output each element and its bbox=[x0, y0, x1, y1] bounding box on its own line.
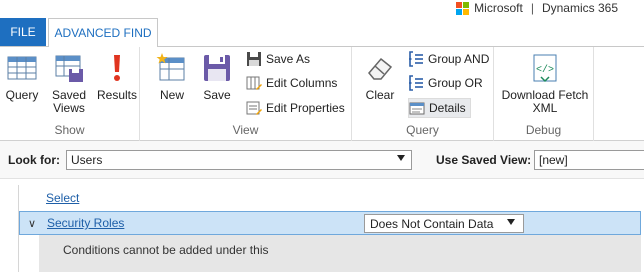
query-button[interactable]: Query bbox=[2, 51, 42, 102]
new-button[interactable]: New bbox=[152, 51, 192, 102]
chevron-down-icon bbox=[397, 155, 405, 161]
download-xml-icon: </> bbox=[533, 54, 557, 83]
group-label-show: Show bbox=[54, 123, 85, 137]
details-button[interactable]: Details bbox=[408, 98, 471, 118]
new-button-label: New bbox=[159, 88, 184, 102]
group-or-label: Group OR bbox=[428, 76, 483, 90]
edit-columns-icon bbox=[246, 76, 262, 90]
save-button-label: Save bbox=[203, 88, 231, 102]
group-and-button[interactable]: Group AND bbox=[408, 49, 489, 69]
details-icon bbox=[409, 102, 425, 115]
microsoft-logo-icon bbox=[456, 2, 470, 15]
query-editor: Select ∨ Security Roles Does Not Contain… bbox=[18, 185, 644, 272]
clear-button[interactable]: Clear bbox=[360, 51, 400, 102]
group-and-icon bbox=[409, 51, 423, 67]
look-for-value: Users bbox=[71, 153, 103, 167]
saved-views-line2: Views bbox=[53, 101, 85, 115]
edit-properties-button[interactable]: Edit Properties bbox=[246, 98, 345, 118]
save-as-button[interactable]: Save As bbox=[246, 49, 310, 69]
exclamation-icon bbox=[114, 55, 120, 81]
ribbon-group-query: Clear Group AND Group OR Details Query bbox=[352, 47, 494, 141]
condition-row[interactable]: ∨ Security Roles Does Not Contain Data bbox=[19, 211, 641, 235]
saved-view-label: Use Saved View: bbox=[436, 153, 532, 167]
brand: Microsoft | Dynamics 365 bbox=[456, 0, 618, 16]
results-button-label: Results bbox=[96, 88, 137, 102]
look-for-row: Look for: Users Use Saved View: [new] bbox=[0, 141, 644, 179]
condition-note-row: Conditions cannot be added under this bbox=[39, 235, 641, 272]
look-for-label: Look for: bbox=[8, 153, 60, 167]
grid-icon bbox=[7, 56, 37, 80]
group-and-label: Group AND bbox=[428, 52, 490, 66]
edit-properties-label: Edit Properties bbox=[266, 101, 345, 115]
download-fetch-xml-button[interactable]: </> Download Fetch XML bbox=[500, 51, 590, 115]
new-icon bbox=[156, 53, 185, 81]
brand-product: Dynamics 365 bbox=[541, 1, 618, 15]
ribbon-group-view: New Save Save As Edit Columns Edit Prope… bbox=[140, 47, 352, 141]
save-as-icon bbox=[247, 52, 261, 66]
svg-text:</>: </> bbox=[536, 64, 554, 76]
save-disk-icon bbox=[204, 55, 230, 81]
clear-button-label: Clear bbox=[365, 88, 395, 102]
condition-field-link[interactable]: Security Roles bbox=[47, 216, 124, 230]
results-button[interactable]: Results bbox=[96, 51, 138, 102]
select-link[interactable]: Select bbox=[46, 191, 79, 205]
saved-views-icon bbox=[55, 55, 83, 82]
condition-note: Conditions cannot be added under this bbox=[63, 243, 269, 257]
brand-company: Microsoft bbox=[474, 1, 523, 15]
query-button-label: Query bbox=[5, 88, 39, 102]
operator-select[interactable]: Does Not Contain Data bbox=[364, 214, 524, 233]
tab-advanced-find[interactable]: ADVANCED FIND bbox=[48, 18, 158, 47]
look-for-select[interactable]: Users bbox=[66, 150, 412, 170]
group-label-query: Query bbox=[406, 123, 439, 137]
brand-separator: | bbox=[530, 1, 534, 15]
details-label: Details bbox=[429, 101, 466, 115]
saved-view-value: [new] bbox=[539, 153, 568, 167]
ribbon-group-show: Query Saved Views Results Show bbox=[0, 47, 140, 141]
group-label-debug: Debug bbox=[525, 123, 562, 137]
edit-columns-button[interactable]: Edit Columns bbox=[246, 73, 337, 93]
operator-value: Does Not Contain Data bbox=[370, 217, 494, 231]
group-label-view: View bbox=[232, 123, 259, 137]
ribbon: Query Saved Views Results Show New Save … bbox=[0, 47, 644, 141]
edit-properties-icon bbox=[246, 101, 262, 115]
save-button[interactable]: Save bbox=[198, 51, 236, 102]
top-bar: Microsoft | Dynamics 365 FILE ADVANCED F… bbox=[0, 0, 644, 47]
download-line2: XML bbox=[532, 101, 558, 115]
saved-view-select[interactable]: [new] bbox=[534, 150, 644, 170]
save-as-label: Save As bbox=[266, 52, 311, 66]
group-or-icon bbox=[409, 75, 423, 91]
chevron-down-icon[interactable]: ∨ bbox=[28, 217, 36, 230]
tab-file[interactable]: FILE bbox=[0, 18, 46, 46]
eraser-icon bbox=[368, 57, 393, 80]
edit-columns-label: Edit Columns bbox=[266, 76, 338, 90]
ribbon-group-debug: </> Download Fetch XML Debug bbox=[494, 47, 594, 141]
chevron-down-icon bbox=[507, 219, 515, 225]
saved-views-button[interactable]: Saved Views bbox=[48, 51, 90, 115]
group-or-button[interactable]: Group OR bbox=[408, 73, 483, 93]
